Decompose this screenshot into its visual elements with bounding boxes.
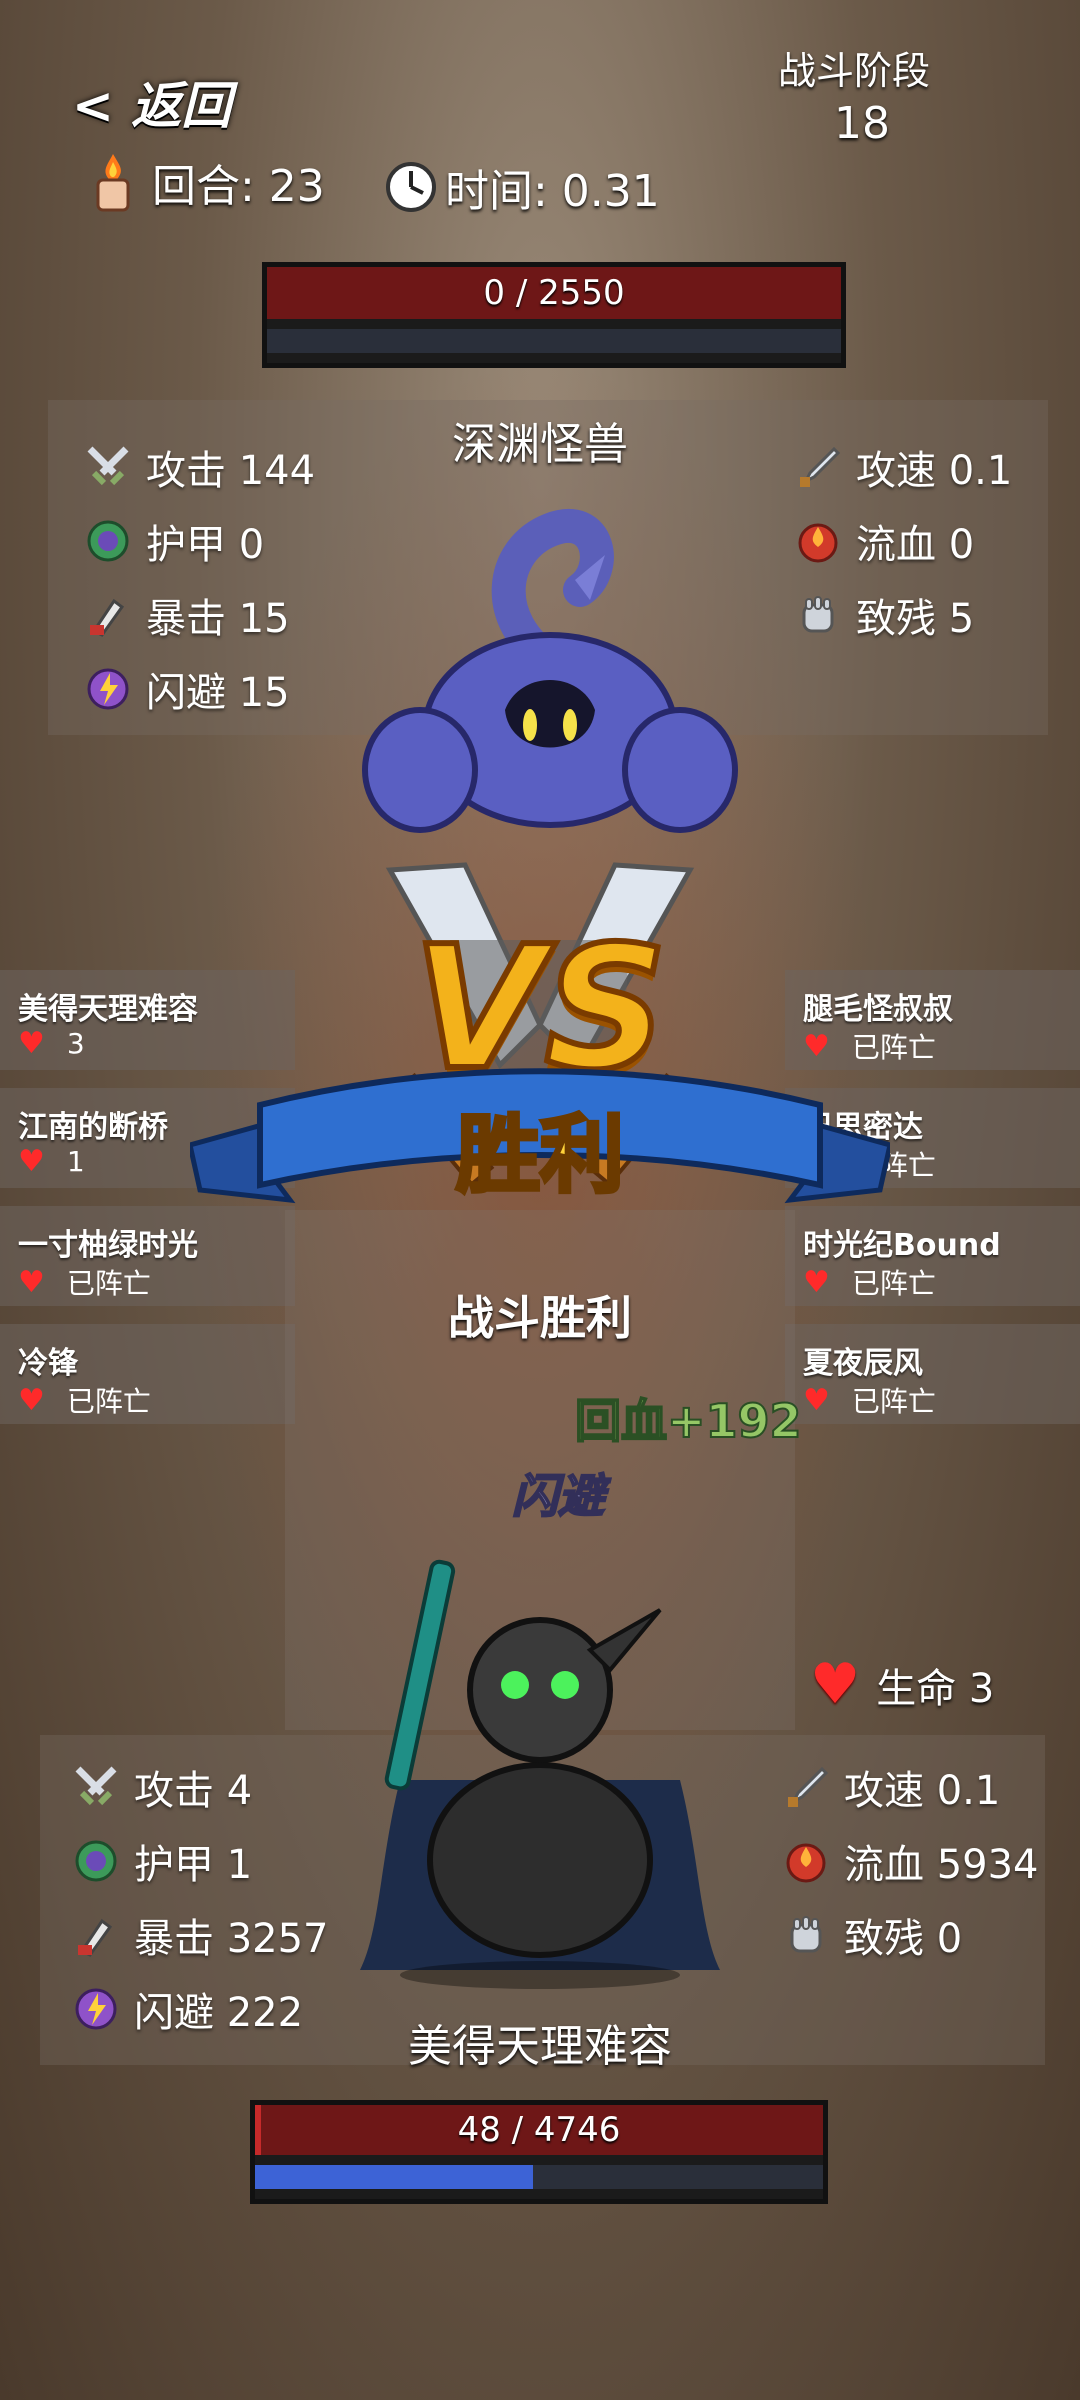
player-stat-label: 攻击 4 bbox=[134, 1768, 253, 1814]
attack-speed-icon bbox=[794, 443, 842, 491]
player-hp-bar: 48 / 4746 bbox=[250, 2100, 828, 2204]
knight-sprite bbox=[340, 1530, 740, 1990]
crit-icon bbox=[84, 591, 132, 639]
team-member-name: 一寸柚绿时光 bbox=[18, 1228, 198, 1263]
cripple-icon bbox=[794, 591, 842, 639]
back-button[interactable]: < 返回 bbox=[72, 66, 231, 138]
enemy-stat-sword: 攻击 144 bbox=[84, 438, 315, 496]
player-stat-label: 攻速 0.1 bbox=[844, 1768, 1001, 1814]
team-member-status-text: 已阵亡 bbox=[66, 1385, 151, 1418]
heart-icon: ♥ bbox=[810, 1652, 861, 1717]
enemy-stat-attack-speed: 攻速 0.1 bbox=[794, 438, 1012, 496]
player-stat-crit: 暴击 3257 bbox=[72, 1906, 329, 1964]
team-member-status: ♥ 3 bbox=[18, 1026, 85, 1061]
player-life-label: 生命 3 bbox=[876, 1665, 995, 1712]
player-life: ♥ 生命 3 bbox=[810, 1652, 994, 1717]
enemy-stat-armor: 护甲 0 bbox=[84, 512, 264, 570]
clock-icon bbox=[385, 161, 437, 213]
enemy-stat-bleed: 流血 0 bbox=[794, 512, 974, 570]
player-stat-label: 暴击 3257 bbox=[134, 1916, 329, 1962]
team-member-name: 美得天理难容 bbox=[18, 992, 198, 1027]
stage-value: 18 bbox=[834, 98, 890, 149]
player-mana-fill bbox=[255, 2165, 534, 2189]
sword-icon bbox=[84, 443, 132, 491]
enemy-hp-text: 0 / 2550 bbox=[483, 273, 625, 313]
enemy-hp-bar: 0 / 2550 bbox=[262, 262, 846, 368]
victory-banner: 胜利 bbox=[187, 1050, 893, 1220]
round-label: 回合: 23 bbox=[152, 161, 325, 212]
time-counter: 时间: 0.31 bbox=[385, 155, 660, 219]
enemy-stat-label: 护甲 0 bbox=[146, 522, 265, 568]
player-stat-armor: 护甲 1 bbox=[72, 1832, 252, 1890]
crit-icon bbox=[72, 1911, 120, 1959]
armor-icon bbox=[84, 517, 132, 565]
stage-label: 战斗阶段 bbox=[778, 49, 931, 93]
battle-result-text: 战斗胜利 bbox=[448, 1291, 632, 1345]
sword-icon bbox=[72, 1763, 120, 1811]
abyss-monster-sprite bbox=[350, 470, 750, 890]
player-stat-sword: 攻击 4 bbox=[72, 1758, 252, 1816]
enemy-stat-label: 流血 0 bbox=[856, 522, 975, 568]
player-stat-label: 流血 5934 bbox=[844, 1842, 1039, 1888]
enemy-stat-cripple: 致残 5 bbox=[794, 586, 974, 644]
dodge-icon bbox=[84, 665, 132, 713]
round-counter: 回合: 23 bbox=[90, 150, 325, 214]
player-stat-label: 护甲 1 bbox=[134, 1842, 253, 1888]
player-stat-attack-speed: 攻速 0.1 bbox=[782, 1758, 1000, 1816]
enemy-stat-label: 攻击 144 bbox=[146, 448, 316, 494]
player-name: 美得天理难容 bbox=[408, 2021, 672, 2072]
player-stat-cripple: 致残 0 bbox=[782, 1906, 962, 1964]
float-dodge-text: 闪避 bbox=[511, 1468, 605, 1524]
attack-speed-icon bbox=[782, 1763, 830, 1811]
player-stat-label: 致残 0 bbox=[844, 1916, 963, 1962]
heart-icon: ♥ bbox=[803, 1382, 830, 1418]
team-member-status: ♥ 已阵亡 bbox=[18, 1380, 151, 1420]
cripple-icon bbox=[782, 1911, 830, 1959]
team-member-status: ♥ 已阵亡 bbox=[803, 1380, 936, 1420]
enemy-stat-label: 攻速 0.1 bbox=[856, 448, 1013, 494]
enemy-stat-label: 闪避 15 bbox=[146, 670, 290, 716]
team-member-name: 时光纪Bound bbox=[803, 1228, 1001, 1263]
enemy-mana-track bbox=[267, 329, 841, 353]
enemy-stat-label: 致残 5 bbox=[856, 596, 975, 642]
team-member-status-text: 3 bbox=[66, 1027, 85, 1060]
candle-icon bbox=[90, 152, 136, 212]
player-stat-bleed: 流血 5934 bbox=[782, 1832, 1039, 1890]
team-member-status-text: 1 bbox=[66, 1145, 85, 1178]
team-member-status-text: 已阵亡 bbox=[851, 1385, 936, 1418]
enemy-stat-label: 暴击 15 bbox=[146, 596, 290, 642]
bleed-icon bbox=[782, 1837, 830, 1885]
team-member-status: ♥ 1 bbox=[18, 1144, 85, 1179]
heart-icon: ♥ bbox=[18, 1382, 45, 1418]
armor-icon bbox=[72, 1837, 120, 1885]
float-heal-text: 回血+192 bbox=[574, 1393, 803, 1449]
bleed-icon bbox=[794, 517, 842, 565]
enemy-stat-crit: 暴击 15 bbox=[84, 586, 290, 644]
heart-icon: ♥ bbox=[18, 1026, 45, 1061]
victory-banner-text: 胜利 bbox=[454, 1104, 626, 1206]
time-label: 时间: 0.31 bbox=[445, 166, 660, 217]
team-member-name: 江南的断桥 bbox=[18, 1110, 168, 1145]
heart-icon: ♥ bbox=[18, 1144, 45, 1179]
player-hp-text: 48 / 4746 bbox=[457, 2110, 621, 2150]
enemy-stat-dodge: 闪避 15 bbox=[84, 660, 290, 718]
